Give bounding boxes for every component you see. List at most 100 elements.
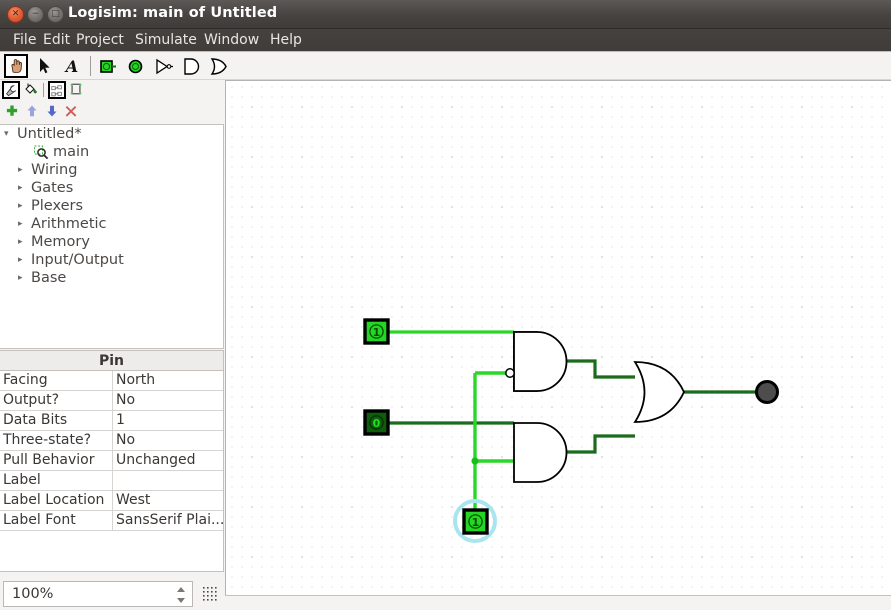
text-tool-button[interactable]: A xyxy=(60,54,84,78)
menu-simulate[interactable]: Simulate xyxy=(130,31,202,49)
grid-toggle-button[interactable] xyxy=(199,581,221,607)
or-gate[interactable] xyxy=(633,361,685,423)
poke-tool-button[interactable] xyxy=(4,54,28,78)
hand-icon xyxy=(11,59,22,73)
chevron-right-icon[interactable]: ▸ xyxy=(18,273,31,283)
tree-label-wiring: Wiring xyxy=(31,162,78,178)
output-pin-icon xyxy=(128,59,143,74)
tree-node-base[interactable]: ▸ Base xyxy=(0,269,223,287)
input-pin-c-value: 1 xyxy=(472,516,480,529)
circuit-canvas[interactable]: 1 0 1 xyxy=(225,80,891,595)
title-bar: ✕ − □ Logisim: main of Untitled xyxy=(0,0,891,29)
select-tool-button[interactable] xyxy=(32,54,56,78)
attribute-value-output[interactable]: No xyxy=(113,391,223,410)
attribute-name-three-state: Three-state? xyxy=(0,431,113,450)
maximize-window-button[interactable]: □ xyxy=(47,6,64,23)
menu-edit[interactable]: Edit xyxy=(38,31,75,49)
attribute-row-label[interactable]: Label xyxy=(0,471,223,491)
magnifier-circuit-icon xyxy=(33,145,50,160)
not-gate-icon xyxy=(156,58,173,75)
grid-dots-icon xyxy=(203,587,217,601)
tree-node-main-circuit[interactable]: main xyxy=(0,143,223,161)
and-gate-bottom[interactable] xyxy=(513,422,568,483)
menu-project[interactable]: Project xyxy=(71,31,129,49)
tree-node-arithmetic[interactable]: ▸ Arithmetic xyxy=(0,215,223,233)
not-gate-tool-button[interactable] xyxy=(152,54,176,78)
attribute-value-data-bits[interactable]: 1 xyxy=(113,411,223,430)
tree-node-project[interactable]: ▾ Untitled* xyxy=(0,125,223,143)
chevron-right-icon[interactable]: ▸ xyxy=(18,219,31,229)
attribute-row-three-state[interactable]: Three-state? No xyxy=(0,431,223,451)
tree-node-wiring[interactable]: ▸ Wiring xyxy=(0,161,223,179)
chevron-down-icon[interactable]: ▾ xyxy=(4,129,17,139)
attribute-value-label-font[interactable]: SansSerif Plai... xyxy=(113,511,223,530)
move-up-button[interactable] xyxy=(24,103,42,121)
chevron-right-icon[interactable]: ▸ xyxy=(18,201,31,211)
tree-label-base: Base xyxy=(31,270,67,286)
chevron-right-icon[interactable]: ▸ xyxy=(18,237,31,247)
toolbar-separator-1 xyxy=(90,56,91,76)
attribute-name-label-location: Label Location xyxy=(0,491,113,510)
attributes-tool-button[interactable] xyxy=(2,81,20,99)
menu-file[interactable]: File xyxy=(8,31,41,49)
input-pin-a[interactable]: 1 xyxy=(363,318,390,345)
menu-help[interactable]: Help xyxy=(265,31,307,49)
attribute-value-label[interactable] xyxy=(113,471,223,490)
tree-node-input-output[interactable]: ▸ Input/Output xyxy=(0,251,223,269)
attribute-row-output[interactable]: Output? No xyxy=(0,391,223,411)
zoom-bar: 100% xyxy=(0,578,225,610)
attribute-value-facing[interactable]: North xyxy=(113,371,223,390)
attribute-value-pull-behavior[interactable]: Unchanged xyxy=(113,451,223,470)
zoom-spinner[interactable]: 100% xyxy=(3,581,193,607)
window-controls: ✕ − □ xyxy=(7,6,64,23)
circuit-layout-icon xyxy=(51,85,62,97)
appearance-tool-button[interactable] xyxy=(23,81,41,99)
zoom-spinner-arrows[interactable] xyxy=(175,583,189,607)
and-gate-icon xyxy=(184,58,200,75)
project-explorer-tree[interactable]: ▾ Untitled* main ▸ Wiring ▸ Gates ▸ Plex… xyxy=(0,124,224,349)
delete-button[interactable] xyxy=(63,103,81,121)
attribute-row-label-font[interactable]: Label Font SansSerif Plai... xyxy=(0,511,223,531)
add-button[interactable] xyxy=(4,103,22,121)
and-gate-top[interactable] xyxy=(505,331,568,392)
and-gate-bottom-shape xyxy=(513,422,568,483)
input-pin-b-value: 0 xyxy=(373,417,381,430)
tree-node-memory[interactable]: ▸ Memory xyxy=(0,233,223,251)
output-pin[interactable] xyxy=(755,380,779,404)
chevron-right-icon[interactable]: ▸ xyxy=(18,165,31,175)
minimize-window-button[interactable]: − xyxy=(27,6,44,23)
attribute-value-three-state[interactable]: No xyxy=(113,431,223,450)
and-gate-tool-button[interactable] xyxy=(179,54,203,78)
attribute-table: Pin Facing North Output? No Data Bits 1 … xyxy=(0,350,224,572)
layout-view-button[interactable] xyxy=(48,81,66,99)
wrench-icon xyxy=(6,85,17,97)
input-pin-a-value: 1 xyxy=(373,326,381,339)
attribute-value-label-location[interactable]: West xyxy=(113,491,223,510)
tree-label-project: Untitled* xyxy=(17,126,82,142)
attribute-row-pull-behavior[interactable]: Pull Behavior Unchanged xyxy=(0,451,223,471)
input-pin-tool-button[interactable] xyxy=(96,54,120,78)
menu-window[interactable]: Window xyxy=(199,31,264,49)
zoom-increase-icon[interactable] xyxy=(177,587,185,592)
output-pin-tool-button[interactable] xyxy=(124,54,148,78)
move-down-button[interactable] xyxy=(44,103,62,121)
attribute-row-label-location[interactable]: Label Location West xyxy=(0,491,223,511)
close-window-button[interactable]: ✕ xyxy=(7,6,24,23)
svg-text:A: A xyxy=(64,57,78,76)
and-gate-top-shape xyxy=(513,331,568,392)
or-gate-tool-button[interactable] xyxy=(206,54,230,78)
appearance-view-button[interactable] xyxy=(69,81,87,99)
tree-node-gates[interactable]: ▸ Gates xyxy=(0,179,223,197)
wire-and-top-to-or[interactable] xyxy=(567,359,635,379)
zoom-decrease-icon[interactable] xyxy=(177,598,185,603)
attribute-row-data-bits[interactable]: Data Bits 1 xyxy=(0,411,223,431)
tree-node-plexers[interactable]: ▸ Plexers xyxy=(0,197,223,215)
input-pin-b[interactable]: 0 xyxy=(363,409,390,436)
chevron-right-icon[interactable]: ▸ xyxy=(18,183,31,193)
zoom-level-value: 100% xyxy=(12,586,54,602)
chevron-right-icon[interactable]: ▸ xyxy=(18,255,31,265)
attribute-row-facing[interactable]: Facing North xyxy=(0,371,223,391)
wire-and-bottom-to-or[interactable] xyxy=(567,434,635,454)
explorer-toolbar xyxy=(0,80,225,100)
menu-bar: File Edit Project Simulate Window Help xyxy=(0,29,891,52)
